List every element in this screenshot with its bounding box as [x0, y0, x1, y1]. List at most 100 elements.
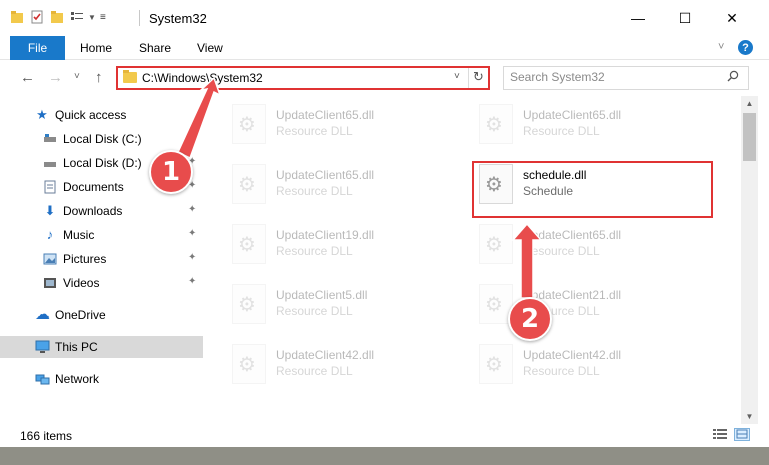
address-path[interactable]: C:\Windows\System32 [142, 71, 263, 85]
address-dropdown-icon[interactable]: ˅ [454, 71, 460, 82]
sidebar-item-label: Local Disk (C:) [63, 132, 142, 146]
file-name: UpdateClient65.dll [276, 108, 375, 122]
gear-icon: ⚙ [485, 234, 503, 256]
file-name: UpdateClient65.dll [523, 228, 622, 242]
tab-home[interactable]: Home [80, 41, 112, 55]
back-button[interactable]: ← [20, 69, 35, 86]
sidebar-item-label: This PC [55, 340, 98, 354]
details-view-icon[interactable] [70, 10, 84, 27]
file-item[interactable]: ⚙ UpdateClient5.dll Resource DLL [232, 280, 472, 336]
help-icon[interactable]: ? [738, 40, 753, 55]
address-bar[interactable]: C:\Windows\System32 ˅ ↻ [116, 66, 490, 90]
network-icon [35, 372, 50, 386]
search-input[interactable] [510, 70, 715, 84]
sidebar-item-quick-access[interactable]: ★ Quick access [0, 104, 203, 126]
gear-icon: ⚙ [238, 294, 256, 316]
up-button[interactable]: ↑ [95, 69, 103, 86]
file-item[interactable]: ⚙ UpdateClient65.dll Resource DLL [232, 160, 472, 216]
documents-icon [43, 180, 57, 194]
pictures-icon [43, 252, 57, 266]
maximize-button[interactable]: ☐ [662, 0, 708, 36]
quick-access-dropdown-icon[interactable]: ≡ [100, 12, 106, 23]
refresh-icon[interactable]: ↻ [473, 69, 484, 85]
pin-icon: ✦ [188, 132, 197, 143]
file-item[interactable]: ⚙ UpdateClient19.dll Resource DLL [232, 220, 472, 276]
file-name: UpdateClient42.dll [523, 348, 622, 362]
gear-icon: ⚙ [485, 114, 503, 136]
file-type: Resource DLL [523, 244, 600, 258]
file-explorer-window: ▼ ≡ System32 — ☐ ✕ File Home Share View … [0, 0, 769, 465]
sidebar-item-onedrive[interactable]: ☁ OneDrive [0, 304, 203, 326]
scrollbar-thumb[interactable] [743, 113, 756, 161]
file-type: Resource DLL [523, 124, 600, 138]
dll-file-icon: ⚙ [232, 344, 266, 384]
item-count: 166 items [20, 429, 73, 443]
sidebar-item-local-disk-c[interactable]: Local Disk (C:) ✦ [0, 128, 203, 150]
file-type: Resource DLL [276, 244, 353, 258]
new-folder-icon[interactable] [50, 10, 64, 27]
search-icon [727, 70, 739, 85]
tab-view[interactable]: View [197, 41, 223, 55]
gear-icon: ⚙ [238, 114, 256, 136]
search-box[interactable] [503, 66, 749, 90]
step-1-callout: 1 [149, 150, 193, 194]
forward-button[interactable]: → [48, 69, 63, 86]
dll-file-icon: ⚙ [479, 224, 513, 264]
dll-file-icon: ⚙ [232, 164, 266, 204]
sidebar-item-pictures[interactable]: Pictures ✦ [0, 248, 203, 270]
details-view-button[interactable] [712, 428, 728, 441]
schedule-dll-highlight [472, 161, 713, 218]
file-item[interactable]: ⚙ UpdateClient42.dll Resource DLL [232, 340, 472, 396]
title-bar: ▼ ≡ System32 — ☐ ✕ [0, 0, 769, 36]
dll-file-icon: ⚙ [479, 104, 513, 144]
desktop-background-strip [0, 447, 769, 465]
sidebar-item-label: Videos [63, 276, 100, 290]
onedrive-icon: ☁ [35, 306, 50, 323]
sidebar-item-this-pc[interactable]: This PC [0, 336, 203, 358]
window-title: System32 [149, 11, 207, 26]
title-separator [139, 10, 140, 26]
scroll-down-icon[interactable]: ▼ [741, 409, 758, 424]
folder-icon [123, 70, 137, 83]
file-item[interactable]: ⚙ UpdateClient42.dll Resource DLL [479, 340, 719, 396]
expand-ribbon-icon[interactable]: ˅ [718, 41, 724, 53]
dll-file-icon: ⚙ [232, 224, 266, 264]
customize-toolbar-chevron-icon[interactable]: ▼ [88, 13, 96, 22]
scroll-up-icon[interactable]: ▲ [741, 96, 758, 111]
gear-icon: ⚙ [485, 294, 503, 316]
gear-icon: ⚙ [238, 234, 256, 256]
file-type: Resource DLL [276, 184, 353, 198]
file-type: Resource DLL [523, 364, 600, 378]
sidebar-item-label: Quick access [55, 108, 127, 122]
file-item[interactable]: ⚙ UpdateClient65.dll Resource DLL [232, 100, 472, 156]
sidebar-item-videos[interactable]: Videos ✦ [0, 272, 203, 294]
file-item[interactable]: ⚙ UpdateClient65.dll Resource DLL [479, 100, 719, 156]
folder-icon [10, 10, 24, 27]
vertical-scrollbar[interactable]: ▲ ▼ [741, 96, 758, 424]
pin-icon: ✦ [188, 228, 197, 239]
sidebar-item-label: Pictures [63, 252, 107, 266]
file-type: Resource DLL [276, 124, 353, 138]
pin-icon: ✦ [188, 252, 197, 263]
large-icons-view-button[interactable] [734, 428, 750, 441]
ribbon-tabs: File Home Share View ˅ ? [0, 36, 769, 60]
sidebar-item-network[interactable]: Network [0, 368, 203, 390]
minimize-button[interactable]: — [615, 0, 661, 36]
close-button[interactable]: ✕ [709, 0, 755, 36]
gear-icon: ⚙ [238, 174, 256, 196]
file-type: Resource DLL [276, 304, 353, 318]
navigation-pane: ★ Quick access Local Disk (C:) ✦ Local D… [0, 96, 210, 424]
file-name: UpdateClient5.dll [276, 288, 368, 302]
sidebar-item-downloads[interactable]: ⬇ Downloads ✦ [0, 200, 203, 222]
sidebar-item-music[interactable]: ♪ Music ✦ [0, 224, 203, 246]
tab-share[interactable]: Share [139, 41, 171, 55]
tab-file[interactable]: File [10, 36, 65, 60]
recent-locations-icon[interactable]: ˅ [74, 71, 80, 82]
file-item[interactable]: ⚙ UpdateClient65.dll Resource DLL [479, 220, 719, 276]
file-name: UpdateClient19.dll [276, 228, 375, 242]
pin-icon: ✦ [188, 204, 197, 215]
gear-icon: ⚙ [238, 354, 256, 376]
properties-icon[interactable] [30, 10, 44, 27]
status-bar: 166 items [0, 424, 769, 447]
pin-icon: ✦ [188, 276, 197, 287]
